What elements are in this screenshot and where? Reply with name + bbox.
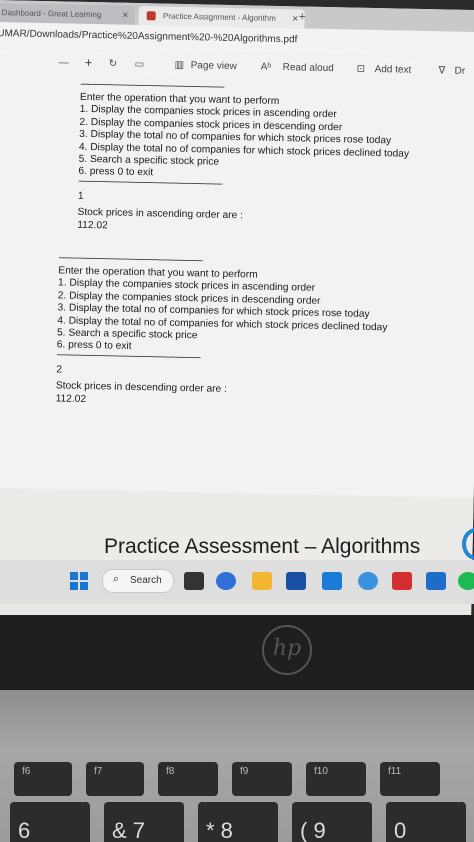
read-aloud-icon: Aᵇ	[260, 61, 272, 73]
search-label: Search	[130, 575, 162, 586]
menu-block-1: ----------------------------------------…	[77, 82, 410, 239]
file-explorer-icon[interactable]	[252, 572, 272, 590]
app-icon[interactable]	[426, 572, 446, 590]
mcafee-icon[interactable]	[392, 572, 412, 590]
read-aloud-button[interactable]: Read aloud	[283, 62, 334, 74]
windows-taskbar: ⌕ Search	[0, 560, 474, 604]
teams-icon[interactable]	[216, 572, 236, 590]
zoom-out-button[interactable]: —	[59, 57, 69, 68]
key-f8[interactable]: f8	[158, 762, 218, 796]
close-tab-icon[interactable]: ✕	[122, 6, 129, 25]
user-input: 1	[77, 190, 84, 202]
spotify-icon[interactable]	[458, 572, 474, 590]
draw-icon: ∇	[438, 65, 446, 77]
pdf-icon	[146, 11, 156, 21]
hp-logo: hp	[262, 625, 312, 675]
key-0[interactable]: 0	[386, 802, 466, 842]
menu-block-2: ----------------------------------------…	[56, 255, 389, 412]
fit-page-icon[interactable]: ▭	[135, 59, 145, 70]
tab-label: Practice Assignment - Algorithm	[162, 11, 276, 23]
help-icon[interactable]	[358, 572, 378, 590]
photo: Dashboard - Great Learning ✕ Practice As…	[0, 0, 474, 842]
laptop-bezel	[0, 615, 474, 695]
separator: ----------------------------------------…	[78, 178, 222, 190]
rotate-icon[interactable]: ↻	[109, 58, 118, 69]
key-6[interactable]: 6	[10, 802, 90, 842]
key-f11[interactable]: f11	[380, 762, 440, 796]
key-8[interactable]: * 8	[198, 802, 278, 842]
zoom-in-button[interactable]: +	[85, 55, 93, 70]
search-icon: ⌕	[113, 573, 120, 585]
key-7[interactable]: & 7	[104, 802, 184, 842]
separator: ----------------------------------------…	[56, 352, 201, 364]
key-9[interactable]: ( 9	[292, 802, 372, 842]
url-text: UMAR/Downloads/Practice%20Assignment%20-…	[0, 28, 298, 46]
taskbar-search[interactable]: ⌕ Search	[102, 569, 174, 593]
key-f10[interactable]: f10	[306, 762, 366, 796]
page-view-button[interactable]: Page view	[191, 60, 237, 72]
key-f6[interactable]: f6	[14, 762, 72, 796]
keyboard-deck: f6 f7 f8 f9 f10 f11 6 & 7 * 8 ( 9 0	[0, 690, 474, 842]
pdf-page: ----------------------------------------…	[0, 75, 474, 499]
new-tab-button[interactable]: +	[299, 9, 306, 23]
key-f7[interactable]: f7	[86, 762, 144, 796]
add-text-icon: ⊡	[356, 63, 366, 75]
task-view-icon[interactable]	[184, 572, 204, 590]
tab-label: Dashboard - Great Learning	[1, 8, 102, 20]
user-input: 2	[56, 364, 63, 376]
page-view-icon: ▥	[174, 59, 185, 71]
document-title: Practice Assessment – Algorithms	[104, 535, 421, 558]
draw-button[interactable]: Dr	[454, 66, 465, 77]
windows-start-icon[interactable]	[70, 572, 88, 590]
key-f9[interactable]: f9	[232, 762, 292, 796]
add-text-button[interactable]: Add text	[375, 64, 412, 76]
edge-icon[interactable]	[322, 572, 342, 590]
store-icon[interactable]	[286, 572, 306, 590]
